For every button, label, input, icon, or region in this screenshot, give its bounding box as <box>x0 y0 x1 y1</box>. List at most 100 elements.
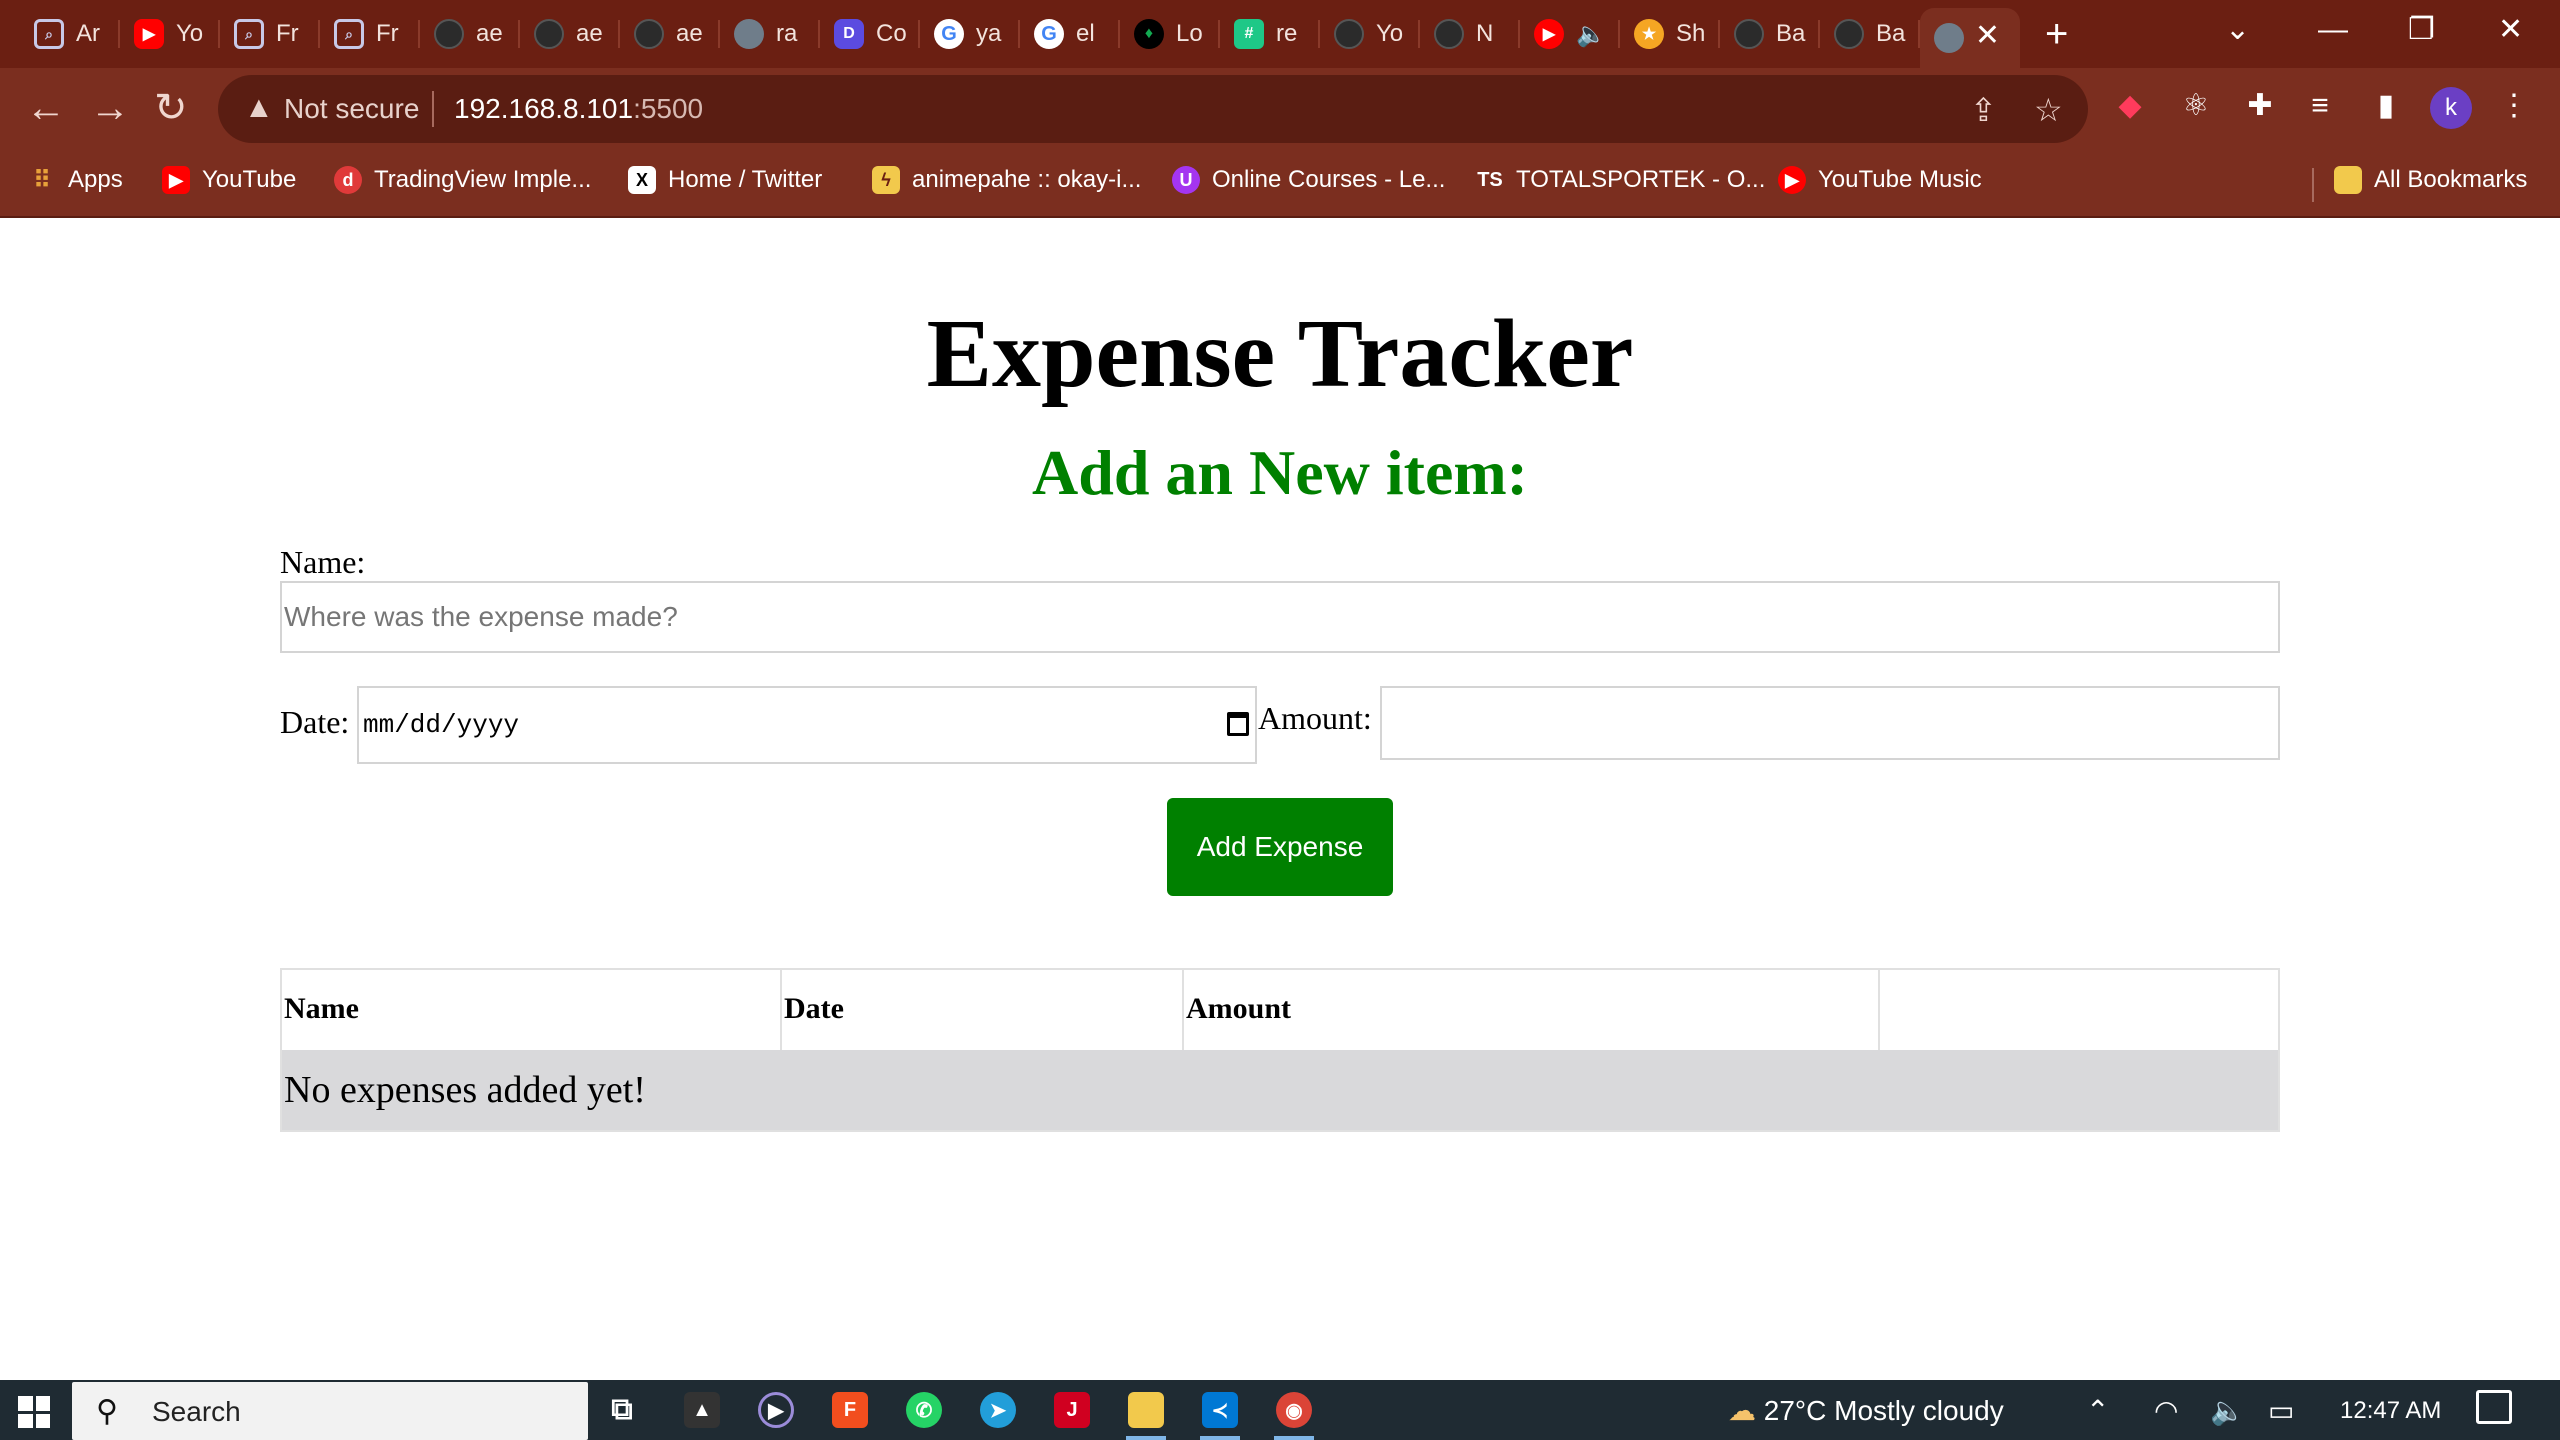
bookmark-twitter[interactable]: X Home / Twitter <box>628 166 822 194</box>
jetbrains-icon[interactable]: J <box>1054 1392 1090 1428</box>
whatsapp-icon[interactable]: ✆ <box>906 1392 942 1428</box>
windows-start-icon[interactable] <box>18 1396 50 1428</box>
reload-icon[interactable]: ↻ <box>154 88 188 128</box>
kebab-menu-icon[interactable]: ⋮ <box>2496 88 2532 124</box>
browser-tab[interactable]: ae <box>620 8 720 60</box>
github-icon <box>1334 19 1364 49</box>
figma-icon[interactable]: F <box>832 1392 868 1428</box>
d-logo-icon: d <box>334 166 362 194</box>
vscode-icon[interactable]: ≺ <box>1202 1392 1238 1428</box>
battery-icon[interactable]: ▭ <box>2268 1394 2294 1427</box>
react-devtools-icon[interactable]: ⚛ <box>2178 88 2214 124</box>
leaf-icon: ♦ <box>1134 19 1164 49</box>
browser-tab-active[interactable]: ✕ <box>1920 8 2020 68</box>
browser-tab[interactable]: ae <box>520 8 620 60</box>
browser-tab[interactable]: G ya <box>920 8 1020 60</box>
bookmark-star-icon[interactable]: ☆ <box>2034 91 2063 129</box>
github-icon <box>1434 19 1464 49</box>
adobe-app-icon[interactable]: ▲ <box>684 1392 720 1428</box>
show-hidden-icons-icon[interactable]: ⌃ <box>2086 1394 2109 1427</box>
tab-title: Yo <box>1376 20 1404 47</box>
column-header-date: Date <box>782 970 1184 1050</box>
media-queue-icon[interactable]: ≡ <box>2302 88 2338 124</box>
url-text[interactable]: 192.168.8.101:5500 <box>454 93 703 125</box>
new-tab-button[interactable]: + <box>2045 10 2068 58</box>
expense-date-input[interactable]: mm/dd/yyyy <box>357 686 1257 764</box>
folder-icon <box>2334 166 2362 194</box>
browser-tab[interactable]: Yo <box>1320 8 1420 60</box>
taskbar-search[interactable]: ⚲ Search <box>72 1382 588 1440</box>
bookmark-label: TOTALSPORTEK - O... <box>1516 166 1766 193</box>
globe-icon <box>1934 23 1964 53</box>
wifi-icon[interactable]: ◠ <box>2154 1394 2178 1427</box>
weather-widget[interactable]: ☁ 27°C Mostly cloudy <box>1728 1394 2004 1427</box>
expense-amount-input[interactable] <box>1380 686 2280 760</box>
browser-tab[interactable]: ★ Sh <box>1620 8 1720 60</box>
browser-tab[interactable]: ae <box>420 8 520 60</box>
add-expense-button[interactable]: Add Expense <box>1167 798 1393 896</box>
browser-tab[interactable]: ⌕ Fr <box>320 8 420 60</box>
notifications-icon[interactable] <box>2476 1390 2512 1424</box>
extensions-puzzle-icon[interactable]: ✚ <box>2242 88 2278 124</box>
url-host: 192.168.8.101 <box>454 93 634 124</box>
browser-tab[interactable]: Ba <box>1820 8 1920 60</box>
close-tab-icon[interactable]: ✕ <box>1975 18 2000 53</box>
bookmark-tradingview[interactable]: d TradingView Imple... <box>334 166 591 194</box>
active-app-indicator <box>1200 1436 1240 1440</box>
browser-tab[interactable]: N <box>1420 8 1520 60</box>
bookmark-all-bookmarks[interactable]: All Bookmarks <box>2334 166 2527 194</box>
security-status[interactable]: Not secure <box>284 93 419 125</box>
browser-toolbar: ← → ↻ ▲ Not secure 192.168.8.101:5500 ⇪ … <box>0 68 2560 152</box>
tab-title: Ba <box>1876 20 1906 47</box>
calendar-icon[interactable] <box>1227 712 1249 736</box>
forward-icon[interactable]: → <box>90 88 130 128</box>
back-icon[interactable]: ← <box>26 88 66 128</box>
tab-title: ae <box>576 20 603 47</box>
restore-icon[interactable]: ❐ <box>2408 10 2435 50</box>
share-icon[interactable]: ⇪ <box>1970 91 1997 129</box>
date-placeholder: mm/dd/yyyy <box>363 710 520 740</box>
pocket-extension-icon[interactable]: ◆ <box>2112 88 2148 124</box>
browser-tab-strip: ⌕ Ar ▶ Yo ⌕ Fr ⌕ Fr ae ae ae ra D Co G y… <box>0 0 2560 68</box>
browser-tab[interactable]: ▶ 🔈 <box>1520 8 1620 60</box>
bookmark-label: Apps <box>68 166 123 193</box>
browser-tab[interactable]: ⌕ Ar <box>20 8 120 60</box>
youtube-icon: ▶ <box>134 19 164 49</box>
bookmark-youtube[interactable]: ▶ YouTube <box>162 166 296 194</box>
browser-tab[interactable]: # re <box>1220 8 1320 60</box>
tab-title: Co <box>876 20 907 47</box>
bookmark-totalsportek[interactable]: TS TOTALSPORTEK - O... <box>1476 166 1765 194</box>
media-player-icon[interactable]: ▶ <box>758 1392 794 1428</box>
bookmark-udemy[interactable]: U Online Courses - Le... <box>1172 166 1445 194</box>
warning-icon[interactable]: ▲ <box>244 91 274 125</box>
tab-title: ae <box>476 20 503 47</box>
bookmark-youtube-music[interactable]: ▶ YouTube Music <box>1778 166 1982 194</box>
browser-tab[interactable]: ♦ Lo <box>1120 8 1220 60</box>
google-icon: G <box>934 19 964 49</box>
minimize-icon[interactable]: — <box>2318 10 2348 50</box>
expense-name-input[interactable] <box>280 581 2280 653</box>
close-window-icon[interactable]: ✕ <box>2498 10 2523 50</box>
bookmark-label: animepahe :: okay-i... <box>912 166 1142 193</box>
browser-tab[interactable]: Ba <box>1720 8 1820 60</box>
github-icon <box>534 19 564 49</box>
task-view-icon[interactable]: ⧉ <box>604 1392 640 1428</box>
address-bar[interactable]: ▲ Not secure 192.168.8.101:5500 ⇪ ☆ <box>218 75 2088 143</box>
browser-tab[interactable]: D Co <box>820 8 920 60</box>
telegram-icon[interactable]: ➤ <box>980 1392 1016 1428</box>
file-explorer-icon[interactable] <box>1128 1392 1164 1428</box>
tab-search-icon[interactable]: ⌄ <box>2225 10 2250 50</box>
chrome-icon[interactable]: ◉ <box>1276 1392 1312 1428</box>
browser-tab[interactable]: G el <box>1020 8 1120 60</box>
clock[interactable]: 12:47 AM <box>2340 1397 2441 1425</box>
bookmark-animepahe[interactable]: ϟ animepahe :: okay-i... <box>872 166 1141 194</box>
search-square-icon: ⌕ <box>334 19 364 49</box>
profile-avatar[interactable]: k <box>2430 87 2472 129</box>
browser-tab[interactable]: ⌕ Fr <box>220 8 320 60</box>
side-panel-icon[interactable]: ▮ <box>2368 88 2404 124</box>
app-d-icon: D <box>834 19 864 49</box>
browser-tab[interactable]: ra <box>720 8 820 60</box>
bookmark-apps[interactable]: ⠿ Apps <box>28 166 123 194</box>
browser-tab[interactable]: ▶ Yo <box>120 8 220 60</box>
volume-icon[interactable]: 🔈 <box>2210 1394 2245 1427</box>
